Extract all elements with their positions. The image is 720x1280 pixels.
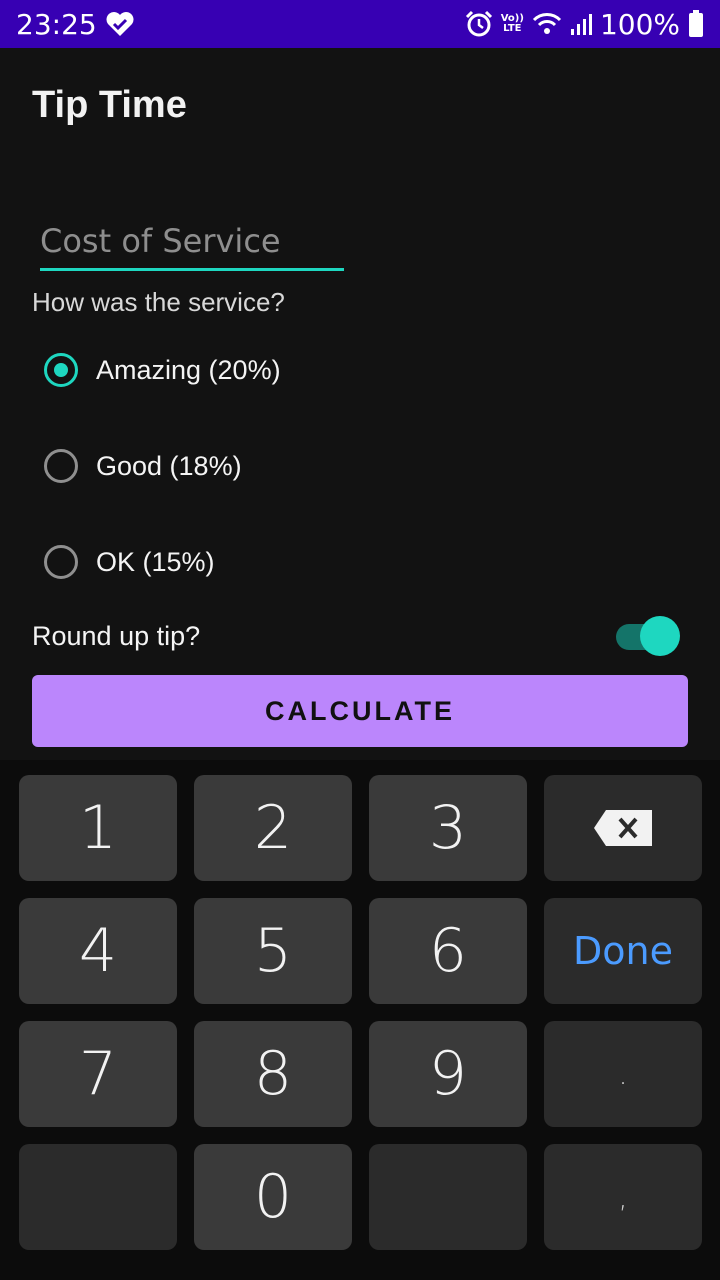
blank-key-left [19, 1144, 177, 1250]
numeric-keyboard: 1 2 3 4 5 6 Done 7 8 9 . 0 , [0, 760, 720, 1280]
radio-unchecked-icon [44, 449, 78, 483]
heart-check-icon [105, 11, 135, 37]
radio-checked-icon [44, 353, 78, 387]
key-6[interactable]: 6 [369, 898, 527, 1004]
option-amazing-label: Amazing (20%) [96, 354, 281, 385]
backspace-key[interactable] [544, 775, 702, 881]
wifi-icon [532, 12, 562, 36]
key-1[interactable]: 1 [19, 775, 177, 881]
option-good-label: Good (18%) [96, 450, 242, 481]
status-bar: 23:25 Vo)) LTE 100% [0, 0, 720, 48]
option-ok-radio[interactable]: OK (15%) [44, 540, 215, 584]
switch-thumb [640, 616, 680, 656]
volte-bottom-text: LTE [503, 23, 522, 34]
key-9[interactable]: 9 [369, 1021, 527, 1127]
blank-key-right [369, 1144, 527, 1250]
battery-icon [688, 10, 704, 38]
volte-icon: Vo)) LTE [501, 14, 524, 34]
option-good-radio[interactable]: Good (18%) [44, 444, 242, 488]
signal-icon [570, 12, 592, 36]
round-up-switch[interactable] [616, 616, 682, 656]
key-0[interactable]: 0 [194, 1144, 352, 1250]
cost-of-service-input[interactable] [40, 214, 344, 271]
alarm-icon [465, 10, 493, 38]
key-3[interactable]: 3 [369, 775, 527, 881]
option-amazing-radio[interactable]: Amazing (20%) [44, 348, 281, 392]
backspace-icon [592, 793, 654, 863]
key-5[interactable]: 5 [194, 898, 352, 1004]
key-7[interactable]: 7 [19, 1021, 177, 1127]
service-question: How was the service? [32, 287, 285, 317]
key-4[interactable]: 4 [19, 898, 177, 1004]
app-title: Tip Time [32, 84, 187, 126]
round-up-label: Round up tip? [32, 621, 201, 651]
calculate-button[interactable]: CALCULATE [32, 675, 688, 747]
comma-key[interactable]: , [544, 1144, 702, 1250]
decimal-key[interactable]: . [544, 1021, 702, 1127]
option-ok-label: OK (15%) [96, 546, 215, 577]
done-key[interactable]: Done [544, 898, 702, 1004]
radio-unchecked-icon [44, 545, 78, 579]
key-8[interactable]: 8 [194, 1021, 352, 1127]
battery-percent: 100% [599, 7, 680, 41]
key-2[interactable]: 2 [194, 775, 352, 881]
status-time: 23:25 [16, 7, 97, 41]
